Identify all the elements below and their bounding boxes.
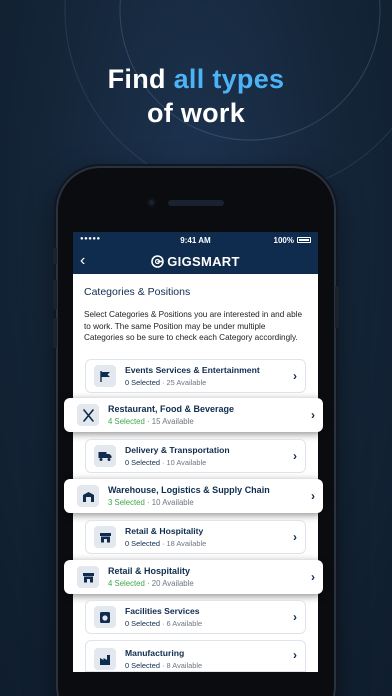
- headline-line-2: of work: [146, 98, 246, 128]
- washer-icon: [94, 606, 116, 628]
- category-title: Retail & Hospitality: [108, 566, 191, 576]
- category-counts: 3 Selected · 10 Available: [108, 498, 311, 507]
- category-title: Delivery & Transportation: [125, 445, 230, 455]
- selected-count: 3 Selected: [108, 498, 145, 507]
- chevron-right-icon: ›: [293, 449, 297, 463]
- category-card[interactable]: Retail & Hospitality 0 Selected · 18 Avai…: [85, 520, 306, 554]
- category-counts: 0 Selected · 10 Available: [125, 458, 293, 467]
- available-count: 6 Available: [166, 619, 203, 628]
- brand-name: GIGSMART: [167, 254, 240, 269]
- app-logo: GIGSMART: [73, 254, 318, 269]
- headline-line-1: Find all types: [107, 64, 285, 94]
- available-count: 10 Available: [151, 498, 194, 507]
- category-card[interactable]: Warehouse, Logistics & Supply Chain 3 Sel…: [64, 479, 323, 513]
- available-count: 10 Available: [166, 458, 207, 467]
- selected-count: 0 Selected: [125, 661, 160, 670]
- flag-icon: [94, 365, 116, 387]
- category-card[interactable]: Manufacturing 0 Selected · 8 Available ›: [85, 640, 306, 672]
- volume-down-button: [53, 318, 57, 348]
- power-button: [335, 286, 339, 328]
- truck-icon: [94, 445, 116, 467]
- separator: ·: [159, 539, 167, 548]
- chevron-right-icon: ›: [311, 570, 315, 584]
- selected-count: 0 Selected: [125, 539, 160, 548]
- category-counts: 0 Selected · 25 Available: [125, 378, 293, 387]
- separator: ·: [159, 619, 167, 628]
- selected-count: 4 Selected: [108, 417, 145, 426]
- volume-up-button: [53, 280, 57, 310]
- available-count: 20 Available: [151, 579, 194, 588]
- separator: ·: [159, 458, 167, 467]
- chevron-right-icon: ›: [311, 489, 315, 503]
- nav-bar: ‹ GIGSMART: [73, 248, 318, 274]
- category-counts: 4 Selected · 15 Available: [108, 417, 311, 426]
- category-counts: 0 Selected · 8 Available: [125, 661, 293, 670]
- factory-icon: [94, 648, 116, 670]
- store-icon: [94, 526, 116, 548]
- battery-icon: [297, 237, 311, 243]
- warehouse-icon: [77, 485, 99, 507]
- category-title: Retail & Hospitality: [125, 526, 204, 536]
- selected-count: 0 Selected: [125, 458, 160, 467]
- chevron-right-icon: ›: [293, 648, 297, 662]
- selected-count: 4 Selected: [108, 579, 145, 588]
- category-title: Restaurant, Food & Beverage: [108, 404, 235, 414]
- available-count: 18 Available: [166, 539, 207, 548]
- chevron-right-icon: ›: [311, 408, 315, 422]
- category-title: Manufacturing: [125, 648, 185, 658]
- selected-count: 0 Selected: [125, 378, 160, 387]
- mute-switch: [53, 248, 57, 264]
- page-content: Categories & Positions Select Categories…: [73, 274, 318, 344]
- category-title: Facilities Services: [125, 606, 200, 616]
- chevron-right-icon: ›: [293, 530, 297, 544]
- front-camera: [147, 198, 156, 207]
- battery-percent: 100%: [273, 236, 294, 245]
- page-description: Select Categories & Positions you are in…: [84, 310, 303, 342]
- available-count: 25 Available: [166, 378, 207, 387]
- available-count: 8 Available: [166, 661, 203, 670]
- category-title: Warehouse, Logistics & Supply Chain: [108, 485, 270, 495]
- chevron-right-icon: ›: [293, 369, 297, 383]
- category-title: Events Services & Entertainment: [125, 365, 260, 375]
- status-bar: ●●●●● 9:41 AM 100%: [73, 232, 318, 248]
- gigsmart-logo-icon: [151, 255, 165, 268]
- available-count: 15 Available: [151, 417, 194, 426]
- category-counts: 0 Selected · 6 Available: [125, 619, 293, 628]
- category-card[interactable]: Facilities Services 0 Selected · 6 Availa…: [85, 600, 306, 634]
- selected-count: 0 Selected: [125, 619, 160, 628]
- earpiece-speaker: [168, 200, 224, 206]
- headline: Find all types of work: [0, 62, 392, 130]
- category-counts: 0 Selected · 18 Available: [125, 539, 293, 548]
- category-card[interactable]: Events Services & Entertainment 0 Selecte…: [85, 359, 306, 393]
- category-counts: 4 Selected · 20 Available: [108, 579, 311, 588]
- store-icon: [77, 566, 99, 588]
- chevron-right-icon: ›: [293, 610, 297, 624]
- category-card[interactable]: Delivery & Transportation 0 Selected · 10…: [85, 439, 306, 473]
- category-card[interactable]: Restaurant, Food & Beverage 4 Selected · …: [64, 398, 323, 432]
- separator: ·: [144, 417, 152, 426]
- utensils-icon: [77, 404, 99, 426]
- separator: ·: [144, 579, 152, 588]
- page-title: Categories & Positions: [84, 286, 191, 298]
- category-card[interactable]: Retail & Hospitality 4 Selected · 20 Avai…: [64, 560, 323, 594]
- separator: ·: [144, 498, 152, 507]
- separator: ·: [159, 661, 167, 670]
- headline-accent: all types: [173, 64, 285, 94]
- separator: ·: [159, 378, 167, 387]
